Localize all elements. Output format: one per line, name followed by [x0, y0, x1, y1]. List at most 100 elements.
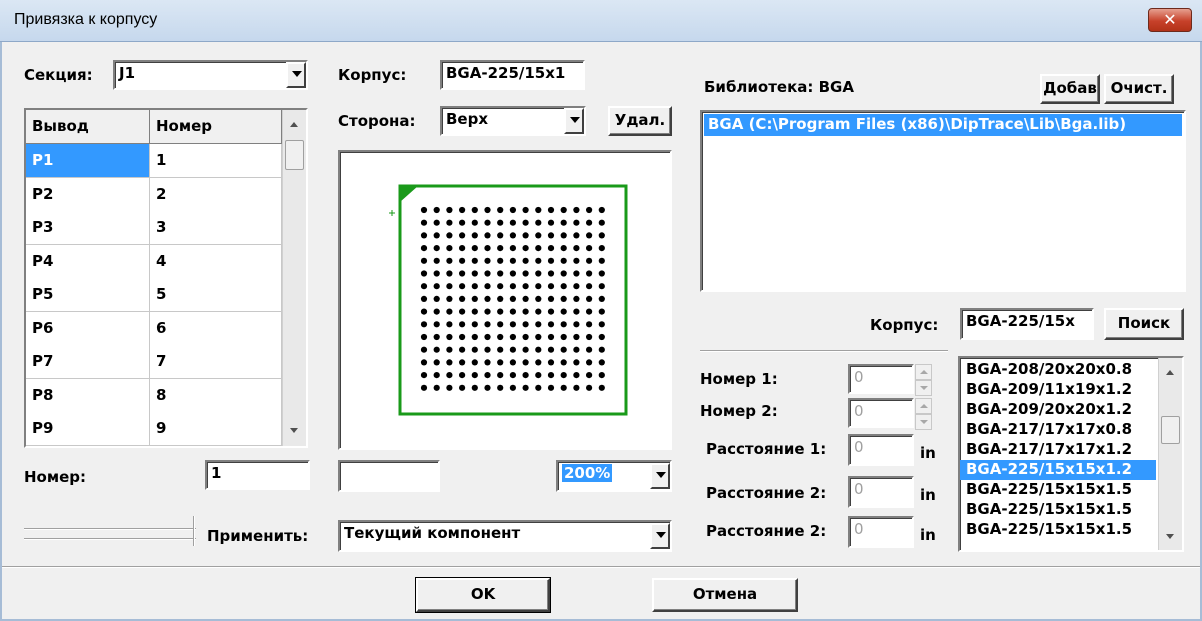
scroll-up-icon[interactable]: [290, 122, 298, 127]
scroll-up-icon[interactable]: [1166, 370, 1174, 375]
number-cell[interactable]: 9: [150, 412, 282, 446]
number1-input[interactable]: 0: [848, 364, 914, 394]
pin-cell[interactable]: P4: [26, 244, 150, 279]
pin-cell[interactable]: P9: [26, 412, 150, 446]
delete-button-label: Удал.: [614, 111, 666, 129]
number-cell[interactable]: 4: [150, 244, 282, 279]
bga-ball: [433, 372, 440, 379]
number-cell[interactable]: 2: [150, 177, 282, 212]
package-list-items: BGA-208/20x20x0.8 BGA-209/11x19x1.2 BGA-20…: [960, 360, 1182, 540]
number-cell[interactable]: 3: [150, 211, 282, 245]
package-list-item[interactable]: BGA-225/15x15x1.5: [960, 500, 1156, 520]
pin-cell[interactable]: P3: [26, 211, 150, 245]
bga-ball: [420, 245, 428, 252]
bga-ball: [509, 384, 516, 391]
search-package-input[interactable]: BGA-225/15x: [960, 308, 1094, 340]
scroll-down-icon[interactable]: [1166, 534, 1174, 539]
bga-ball: [433, 232, 440, 239]
pin-cell[interactable]: P8: [26, 378, 150, 413]
spin-down-icon[interactable]: [915, 380, 932, 396]
cancel-button[interactable]: Отмена: [652, 578, 798, 612]
section-select[interactable]: J1: [113, 60, 308, 90]
number-cell[interactable]: 8: [150, 378, 282, 413]
distance3-label: Расстояние 2:: [706, 522, 827, 540]
scroll-thumb[interactable]: [285, 140, 304, 170]
package-list-item[interactable]: BGA-217/17x17x1.2: [960, 440, 1156, 460]
scroll-down-icon[interactable]: [290, 428, 298, 433]
bga-ball: [484, 346, 491, 353]
add-library-button[interactable]: Добав: [1040, 74, 1100, 104]
close-button[interactable]: ✕: [1148, 8, 1192, 32]
ok-button[interactable]: OK: [415, 577, 551, 613]
bga-ball: [471, 232, 478, 239]
bga-ball: [446, 359, 453, 366]
clear-library-button[interactable]: Очист.: [1104, 74, 1174, 104]
distance1-input[interactable]: 0: [848, 434, 914, 466]
bga-ball: [497, 308, 504, 315]
pin-table-scrollbar[interactable]: [282, 110, 306, 446]
apply-dropdown-button[interactable]: [650, 523, 670, 549]
bga-ball: [497, 245, 504, 252]
package-field[interactable]: BGA-225/15x1: [440, 60, 585, 90]
bga-ball: [433, 295, 440, 302]
ok-button-label: OK: [470, 585, 496, 603]
bga-ball: [598, 308, 605, 315]
number-input[interactable]: 1: [205, 460, 310, 490]
number-cell[interactable]: 6: [150, 311, 282, 346]
package-preview[interactable]: [338, 150, 672, 450]
scroll-thumb[interactable]: [1161, 416, 1180, 444]
bga-ball: [433, 308, 440, 315]
spin-up-icon[interactable]: [915, 364, 932, 380]
bga-ball: [459, 270, 466, 277]
bga-ball: [560, 270, 567, 277]
side-dropdown-button[interactable]: [564, 108, 584, 134]
column-header[interactable]: Номер: [150, 110, 282, 144]
column-header[interactable]: Вывод: [26, 110, 150, 144]
section-dropdown-button[interactable]: [286, 62, 306, 88]
pin-cell[interactable]: P7: [26, 345, 150, 379]
number-cell[interactable]: 7: [150, 345, 282, 379]
package-list-item[interactable]: BGA-217/17x17x0.8: [960, 420, 1156, 440]
number2-spinner[interactable]: [915, 398, 932, 430]
bga-ball: [420, 270, 428, 277]
distance2-value: 0: [854, 480, 864, 498]
delete-button[interactable]: Удал.: [608, 106, 672, 136]
bga-ball: [420, 321, 428, 328]
package-list-item[interactable]: BGA-225/15x15x1.2: [960, 460, 1156, 480]
bga-ball: [471, 372, 478, 379]
number-cell[interactable]: 1: [150, 144, 282, 178]
zoom-value: 200%: [562, 464, 613, 482]
number-cell[interactable]: 5: [150, 278, 282, 312]
bga-ball: [433, 219, 440, 226]
number2-input[interactable]: 0: [848, 398, 914, 428]
pin-cell[interactable]: P1: [26, 144, 150, 178]
bga-ball: [497, 295, 504, 302]
library-list[interactable]: BGA (C:\Program Files (x86)\DipTrace\Lib…: [700, 110, 1186, 292]
pin-cell[interactable]: P6: [26, 311, 150, 346]
bga-ball: [471, 295, 478, 302]
package-list-item[interactable]: BGA-208/20x20x0.8: [960, 360, 1156, 380]
search-button[interactable]: Поиск: [1104, 308, 1184, 340]
distance3-input[interactable]: 0: [848, 516, 914, 548]
library-list-item[interactable]: BGA (C:\Program Files (x86)\DipTrace\Lib…: [704, 114, 1182, 136]
package-list-item[interactable]: BGA-225/15x15x1.5: [960, 520, 1156, 540]
package-list-item[interactable]: BGA-209/20x20x1.2: [960, 400, 1156, 420]
package-list-item[interactable]: BGA-225/15x15x1.5: [960, 480, 1156, 500]
spin-down-icon[interactable]: [915, 414, 932, 430]
package-list[interactable]: BGA-208/20x20x0.8 BGA-209/11x19x1.2 BGA-20…: [958, 356, 1184, 552]
zoom-dropdown-button[interactable]: [650, 463, 670, 489]
pin-cell[interactable]: P5: [26, 278, 150, 312]
pin-cell[interactable]: P2: [26, 177, 150, 212]
apply-select[interactable]: Текущий компонент: [338, 520, 672, 552]
bga-ball: [598, 206, 605, 214]
extra-field[interactable]: [338, 460, 440, 492]
distance2-input[interactable]: 0: [848, 476, 914, 508]
bga-ball: [535, 245, 542, 252]
package-list-item[interactable]: BGA-209/11x19x1.2: [960, 380, 1156, 400]
bga-ball: [535, 384, 542, 391]
spin-up-icon[interactable]: [915, 398, 932, 414]
number1-spinner[interactable]: [915, 364, 932, 396]
bga-ball: [459, 333, 466, 341]
package-list-scrollbar[interactable]: [1158, 358, 1182, 550]
bga-ball: [598, 295, 605, 302]
